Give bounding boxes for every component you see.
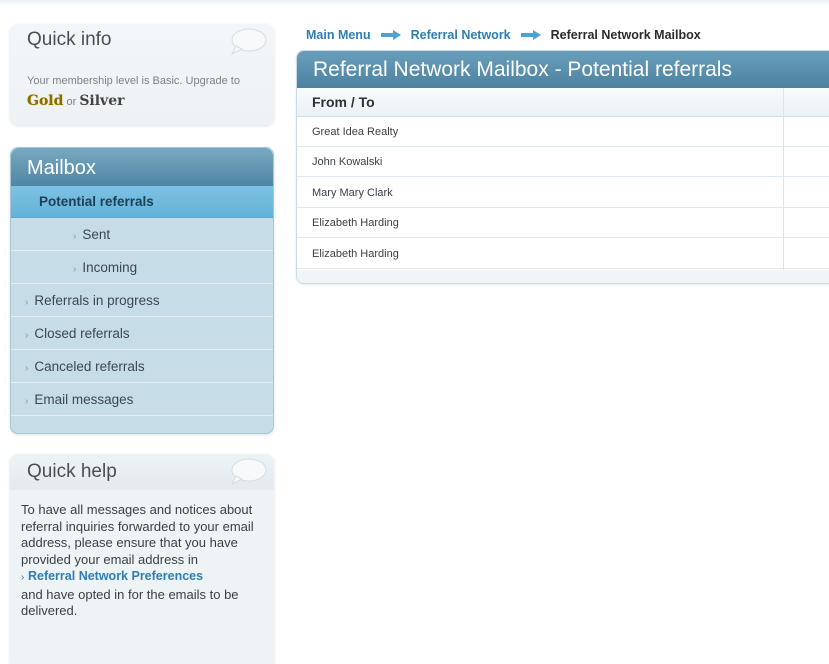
table-row[interactable]: Great Idea Realty: [297, 117, 829, 147]
menu-item-label: Email messages: [34, 392, 134, 407]
chevron-right-icon: ›: [25, 396, 29, 407]
quick-help-title: Quick help: [27, 461, 117, 482]
menu-item-label: Closed referrals: [34, 326, 130, 341]
referrals-panel: Referral Network Mailbox - Potential ref…: [296, 50, 829, 284]
menu-item-label: Incoming: [82, 260, 138, 275]
quick-help-panel: Quick help To have all messages and noti…: [10, 454, 274, 664]
top-accent-line: [0, 0, 829, 6]
row-contact-name[interactable]: Great Idea Realty: [312, 126, 398, 138]
quick-info-panel: Quick info Your membership level is Basi…: [10, 24, 274, 125]
table-row[interactable]: John Kowalski: [297, 147, 829, 177]
chevron-right-icon: ›: [25, 330, 29, 341]
row-contact-name[interactable]: Elizabeth Harding: [312, 248, 399, 260]
mailbox-panel: Mailbox Potential referrals › Sent › Incom…: [10, 147, 274, 434]
menu-item-label: Canceled referrals: [34, 359, 145, 374]
menu-item-label: Sent: [82, 227, 111, 242]
menu-item-canceled-referrals[interactable]: › Canceled referrals: [11, 351, 273, 383]
panel-footer: [297, 270, 829, 283]
table-row[interactable]: Elizabeth Harding: [297, 239, 829, 269]
referral-network-preferences-link[interactable]: Referral Network Preferences: [28, 569, 203, 583]
quick-info-header: Quick info: [10, 24, 274, 56]
speech-bubble-icon: [230, 28, 267, 55]
or-text: or: [66, 96, 77, 108]
menu-item-sent[interactable]: › Sent: [11, 219, 273, 251]
quick-help-header: Quick help: [10, 454, 274, 490]
quick-help-intro: To have all messages and notices about r…: [21, 502, 254, 567]
silver-upgrade-link[interactable]: Silver: [79, 93, 124, 109]
menu-item-closed-referrals[interactable]: › Closed referrals: [11, 318, 273, 350]
chevron-right-icon: ›: [25, 297, 29, 308]
membership-text: Your membership level is Basic. Upgrade …: [27, 71, 267, 112]
breadcrumb-current: Referral Network Mailbox: [550, 28, 701, 42]
column-divider: [783, 88, 784, 270]
menu-item-referrals-in-progress[interactable]: › Referrals in progress: [11, 285, 273, 317]
quick-help-outro: and have opted in for the emails to be d…: [21, 586, 239, 619]
breadcrumb-main-menu[interactable]: Main Menu: [306, 28, 371, 42]
chevron-right-icon: ›: [73, 264, 77, 275]
quick-help-text: To have all messages and notices about r…: [21, 502, 271, 620]
mailbox-header: Mailbox: [11, 148, 273, 186]
membership-message: Your membership level is Basic. Upgrade …: [27, 75, 240, 87]
chevron-right-icon: ›: [73, 231, 77, 242]
quick-info-title: Quick info: [27, 29, 112, 50]
menu-item-label: Potential referrals: [39, 194, 154, 209]
table-row[interactable]: Mary Mary Clark: [297, 178, 829, 208]
row-contact-name[interactable]: Elizabeth Harding: [312, 217, 399, 229]
breadcrumb-referral-network[interactable]: Referral Network: [411, 28, 511, 42]
breadcrumb: Main Menu Referral Network Referral Netw…: [306, 27, 701, 43]
chevron-right-icon: ›: [21, 572, 25, 583]
arrow-right-icon: [520, 30, 541, 40]
speech-bubble-icon: [230, 458, 267, 485]
column-header-from-to[interactable]: From / To: [312, 94, 375, 110]
page-title: Referral Network Mailbox - Potential ref…: [313, 58, 732, 81]
gold-upgrade-link[interactable]: Gold: [27, 93, 63, 109]
table-row[interactable]: Elizabeth Harding: [297, 208, 829, 238]
chevron-right-icon: ›: [25, 363, 29, 374]
mailbox-title: Mailbox: [27, 157, 96, 179]
row-contact-name[interactable]: John Kowalski: [312, 156, 382, 168]
panel-header: Referral Network Mailbox - Potential ref…: [297, 51, 829, 88]
row-contact-name[interactable]: Mary Mary Clark: [312, 187, 393, 199]
menu-item-potential-referrals[interactable]: Potential referrals: [11, 186, 273, 218]
table-header: From / To: [297, 88, 829, 117]
menu-item-email-messages[interactable]: › Email messages: [11, 384, 273, 416]
menu-item-incoming[interactable]: › Incoming: [11, 252, 273, 284]
menu-item-label: Referrals in progress: [34, 293, 160, 308]
arrow-right-icon: [380, 30, 401, 40]
